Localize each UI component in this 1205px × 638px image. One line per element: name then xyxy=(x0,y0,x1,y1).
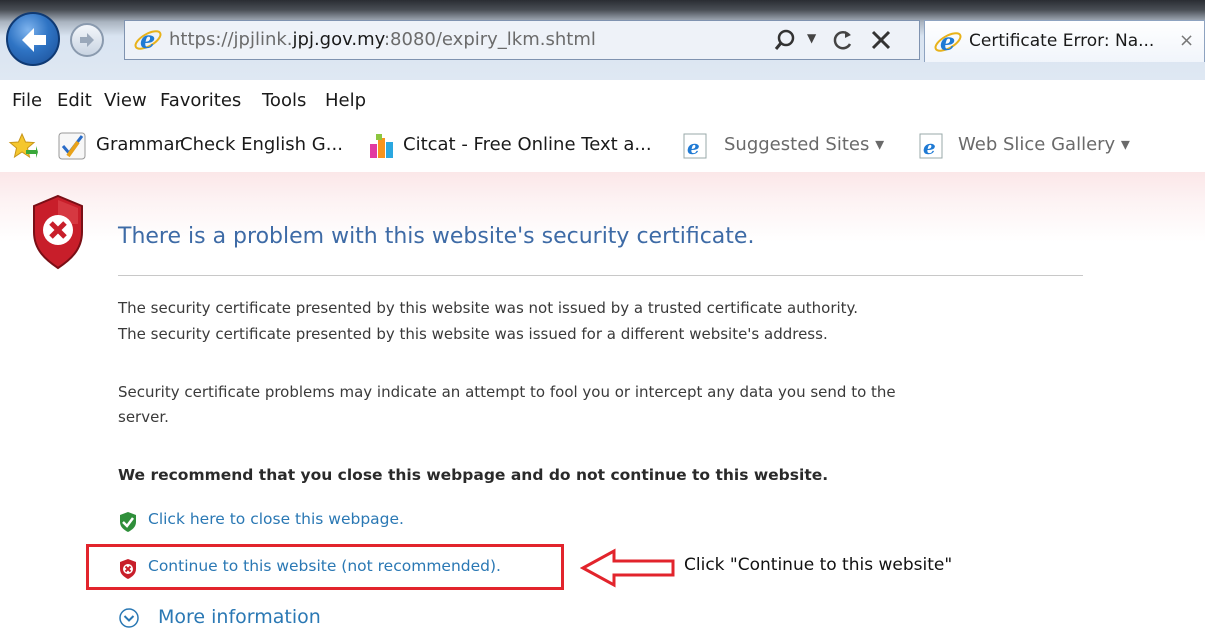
citcat-icon xyxy=(370,134,393,158)
svg-text:e: e xyxy=(923,135,936,159)
ie-page-icon: e xyxy=(683,133,707,159)
annotation-instruction: Click "Continue to this website" xyxy=(684,555,953,575)
page-title: There is a problem with this website's s… xyxy=(118,224,755,249)
annotation-arrow-icon xyxy=(580,548,675,588)
url-text[interactable]: https://jpjlink.jpj.gov.my:8080/expiry_l… xyxy=(169,29,596,50)
svg-text:e: e xyxy=(940,27,955,56)
menu-edit[interactable]: Edit xyxy=(57,90,92,111)
tab-certificate-error[interactable]: e Certificate Error: Na... × xyxy=(924,20,1205,62)
forward-button[interactable] xyxy=(70,23,104,57)
url-suffix: :8080/expiry_lkm.shtml xyxy=(383,29,596,50)
menu-view[interactable]: View xyxy=(104,90,147,111)
search-icon[interactable] xyxy=(773,28,797,52)
fav-web-slice-gallery[interactable]: Web Slice Gallery ▾ xyxy=(958,134,1130,155)
refresh-icon[interactable] xyxy=(830,28,856,52)
more-information-link[interactable]: More information xyxy=(158,606,321,628)
divider xyxy=(118,275,1083,276)
address-bar[interactable]: e https://jpjlink.jpj.gov.my:8080/expiry… xyxy=(124,20,920,60)
ie-tab-icon: e xyxy=(934,27,962,56)
fav-check-english[interactable]: Check English G... xyxy=(180,134,343,155)
annotation-highlight-box xyxy=(86,544,564,590)
error-shield-icon xyxy=(33,194,83,270)
menu-favorites[interactable]: Favorites xyxy=(160,90,241,111)
expand-chevron-icon[interactable] xyxy=(118,607,140,629)
tab-title: Certificate Error: Na... xyxy=(969,31,1155,51)
stop-icon[interactable] xyxy=(869,28,893,52)
url-prefix: https://jpjlink. xyxy=(169,29,293,50)
recommendation-text: We recommend that you close this webpage… xyxy=(118,466,829,484)
svg-text:e: e xyxy=(687,135,700,159)
warning-line-cont: server. xyxy=(118,408,169,426)
fav-grammar[interactable]: Grammar xyxy=(96,134,182,155)
favorites-bar: Grammar Check English G... Citcat - Free… xyxy=(0,120,1205,172)
grammar-check-icon xyxy=(58,132,86,160)
tab-close-icon[interactable]: × xyxy=(1179,30,1194,51)
svg-text:e: e xyxy=(140,25,155,54)
error-line-mismatch: The security certificate presented by th… xyxy=(118,325,828,343)
close-webpage-link[interactable]: Click here to close this webpage. xyxy=(148,510,404,528)
error-line-untrusted: The security certificate presented by th… xyxy=(118,299,859,317)
warning-line: Security certificate problems may indica… xyxy=(118,383,896,401)
menu-file[interactable]: File xyxy=(12,90,42,111)
url-domain: jpj.gov.my xyxy=(292,29,384,50)
ie-logo-icon: e xyxy=(134,25,162,54)
safe-shield-icon xyxy=(120,512,136,532)
ie-page-icon: e xyxy=(919,133,943,159)
back-button[interactable] xyxy=(6,12,60,66)
fav-citcat[interactable]: Citcat - Free Online Text a... xyxy=(403,134,652,155)
fav-suggested-sites[interactable]: Suggested Sites ▾ xyxy=(724,134,884,155)
menu-tools[interactable]: Tools xyxy=(262,90,306,111)
menu-help[interactable]: Help xyxy=(325,90,366,111)
menu-bar: File Edit View Favorites Tools Help xyxy=(0,80,1205,120)
favorites-star-icon[interactable] xyxy=(8,132,38,160)
search-dropdown-icon[interactable]: ▼ xyxy=(807,31,816,45)
back-arrow-icon xyxy=(22,28,46,52)
forward-arrow-icon xyxy=(80,33,94,47)
browser-titlebar: e https://jpjlink.jpj.gov.my:8080/expiry… xyxy=(0,0,1205,80)
